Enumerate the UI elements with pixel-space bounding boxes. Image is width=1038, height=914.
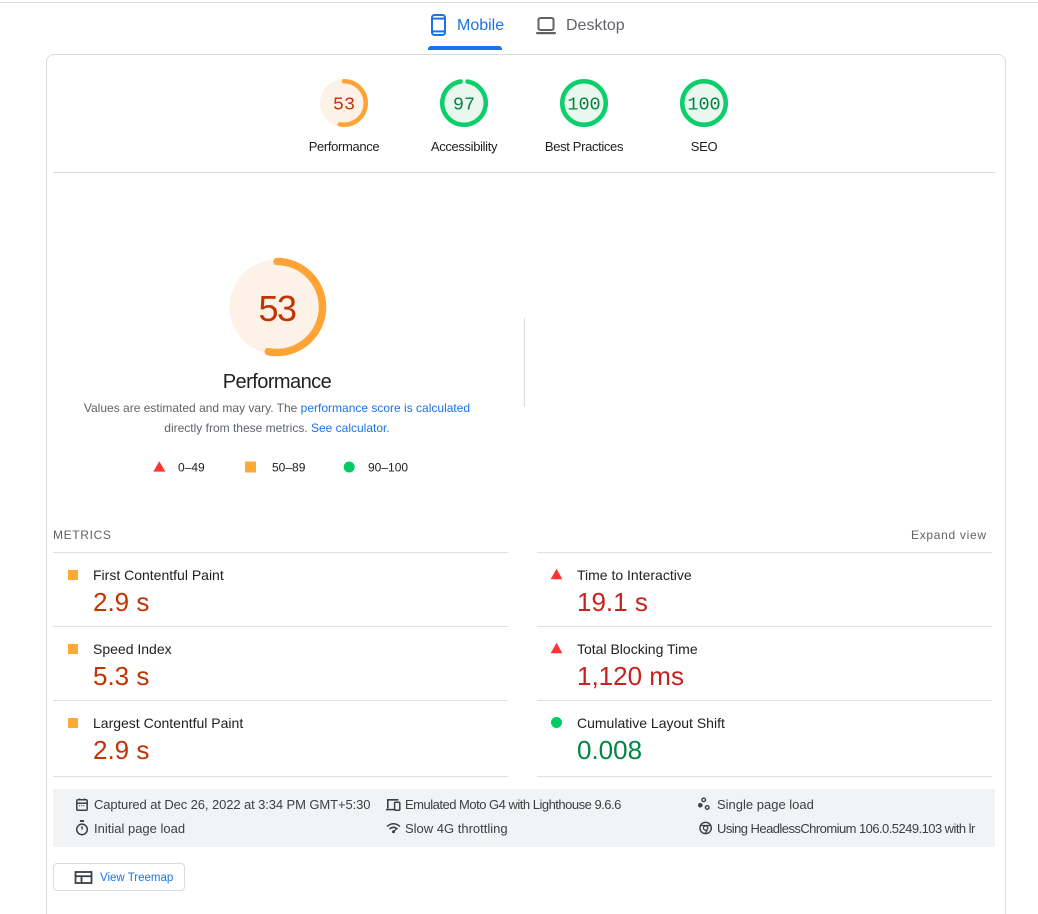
svg-text:90–100: 90–100: [368, 461, 408, 475]
svg-text:53: 53: [333, 95, 355, 116]
svg-text:0–49: 0–49: [178, 461, 205, 475]
svg-text:100: 100: [567, 95, 600, 116]
svg-text:100: 100: [687, 95, 720, 116]
svg-text:97: 97: [453, 95, 475, 116]
svg-text:50–89: 50–89: [272, 461, 306, 475]
